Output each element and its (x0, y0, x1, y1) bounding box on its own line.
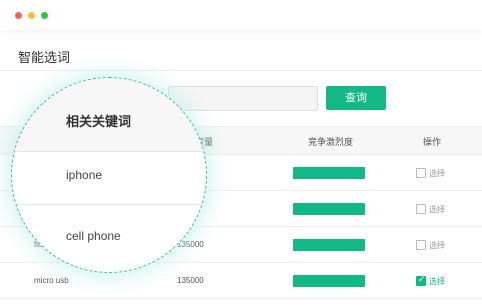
volume-cell: 135000 (177, 276, 204, 285)
app-window: 智能选词 查询 索量 竞争激烈度 操作 选择 选择 fla 135000 选择 … (0, 0, 482, 305)
select-checkbox[interactable]: ✓ (416, 274, 426, 286)
close-window-button[interactable] (15, 12, 22, 19)
related-keywords-title: 相关关键词 (66, 114, 132, 129)
table-row: micro usb 135000 ✓ 选择 (0, 263, 482, 299)
related-keyword-item[interactable]: iphone (66, 168, 102, 182)
select-checkbox[interactable] (416, 240, 426, 250)
competition-bar (293, 275, 365, 287)
divider (12, 204, 206, 205)
competition-bar (293, 239, 365, 251)
select-label[interactable]: 选择 (429, 204, 445, 215)
minimize-window-button[interactable] (28, 12, 35, 19)
select-label[interactable]: 选择 (429, 168, 445, 179)
select-checkbox[interactable] (416, 168, 426, 178)
checkmark-icon: ✓ (418, 274, 426, 284)
search-button[interactable]: 查询 (326, 86, 386, 110)
select-checkbox[interactable] (416, 204, 426, 214)
page-title: 智能选词 (18, 50, 71, 65)
competition-bar (293, 203, 365, 215)
competition-bar (293, 167, 365, 179)
keyword-cell: micro usb (34, 276, 69, 285)
column-header-competition: 竞争激烈度 (308, 137, 354, 147)
related-keyword-item[interactable]: cell phone (66, 229, 121, 243)
divider (0, 70, 482, 71)
column-header-action: 操作 (423, 137, 442, 147)
magnifier-overlay: 相关关键词 iphone cell phone (11, 77, 207, 273)
select-label[interactable]: 选择 (429, 240, 445, 251)
maximize-window-button[interactable] (41, 12, 48, 19)
select-label[interactable]: 选择 (429, 276, 445, 287)
title-bar (0, 0, 482, 30)
divider (12, 151, 206, 152)
